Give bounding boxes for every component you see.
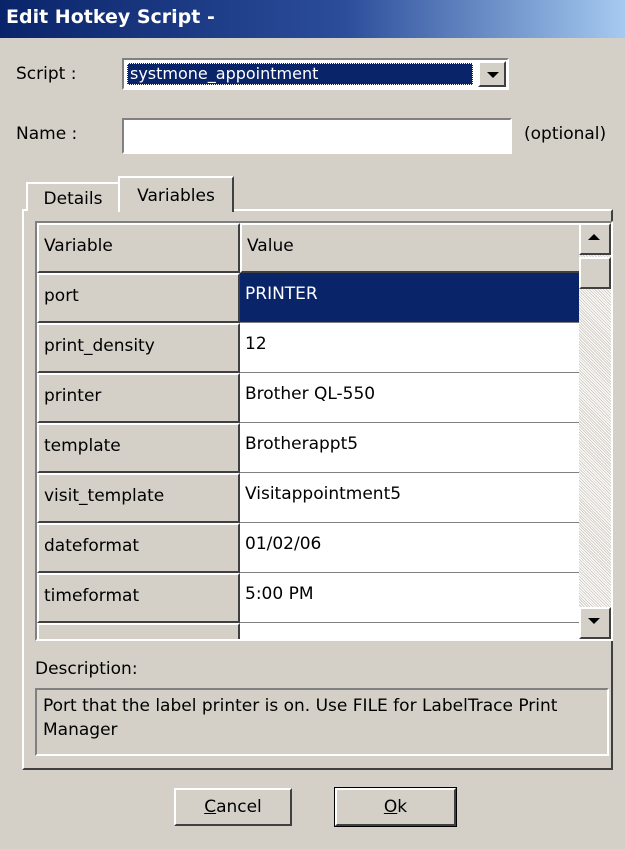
script-select[interactable]: systmone_appointment (122, 58, 509, 90)
title-bar[interactable]: Edit Hotkey Script - (0, 0, 625, 38)
tab-variables-label: Variables (137, 186, 215, 206)
table-row[interactable]: printer Brother QL-550 (37, 373, 582, 423)
tab-variables[interactable]: Variables (118, 176, 234, 212)
column-header-variable[interactable]: Variable (37, 223, 240, 273)
name-input[interactable] (122, 118, 512, 154)
window-title: Edit Hotkey Script - (6, 6, 215, 28)
chevron-down-icon (487, 72, 499, 78)
variable-value-cell[interactable]: Brother QL-550 (240, 373, 582, 423)
scroll-thumb[interactable] (579, 257, 611, 289)
script-label: Script : (16, 64, 77, 84)
variable-name-cell: port (37, 273, 240, 323)
scroll-up-button[interactable] (579, 223, 611, 255)
variable-name-cell: visit_template (37, 473, 240, 523)
table-row[interactable]: visit_template Visitappointment5 (37, 473, 582, 523)
variable-name-cell: template (37, 423, 240, 473)
script-dropdown-button[interactable] (478, 61, 506, 87)
ok-label: k (397, 797, 408, 817)
cancel-accel: C (204, 797, 217, 817)
table-row[interactable]: print_density 12 (37, 323, 582, 373)
table-row[interactable]: template Brotherappt5 (37, 423, 582, 473)
variable-name-cell (37, 623, 240, 639)
tab-details[interactable]: Details (26, 182, 120, 211)
optional-hint: (optional) (524, 124, 607, 144)
description-text: Port that the label printer is on. Use F… (43, 696, 558, 740)
variable-value-cell[interactable]: 12 (240, 323, 582, 373)
grid-header-row: Variable Value (37, 223, 582, 273)
variable-value-cell[interactable]: PRINTER (240, 273, 582, 323)
cancel-label: ancel (216, 797, 262, 817)
variable-value-cell[interactable]: 01/02/06 (240, 523, 582, 573)
description-label: Description: (35, 659, 138, 679)
variable-name-cell: print_density (37, 323, 240, 373)
variable-name-cell: printer (37, 373, 240, 423)
scroll-down-button[interactable] (579, 607, 611, 639)
column-header-value[interactable]: Value (240, 223, 582, 273)
variable-value-cell[interactable] (240, 623, 582, 639)
tab-details-label: Details (43, 189, 103, 209)
variable-value-cell[interactable]: 5:00 PM (240, 573, 582, 623)
variable-name-cell: timeformat (37, 573, 240, 623)
name-label: Name : (16, 124, 78, 144)
cancel-button[interactable]: Cancel (174, 788, 292, 826)
table-row[interactable]: port PRINTER (37, 273, 582, 323)
ok-button[interactable]: Ok (334, 787, 457, 827)
variables-grid[interactable]: Variable Value port PRINTER print_densit… (35, 221, 613, 641)
variable-name-cell: dateformat (37, 523, 240, 573)
description-box: Port that the label printer is on. Use F… (35, 688, 609, 756)
arrow-down-icon (588, 618, 600, 624)
script-select-value: systmone_appointment (127, 63, 473, 85)
ok-accel: O (383, 797, 398, 817)
table-row[interactable] (37, 623, 582, 639)
table-row[interactable]: dateformat 01/02/06 (37, 523, 582, 573)
variable-value-cell[interactable]: Brotherappt5 (240, 423, 582, 473)
arrow-up-icon (588, 234, 600, 240)
table-row[interactable]: timeformat 5:00 PM (37, 573, 582, 623)
vertical-scrollbar[interactable] (579, 223, 611, 639)
variable-value-cell[interactable]: Visitappointment5 (240, 473, 582, 523)
